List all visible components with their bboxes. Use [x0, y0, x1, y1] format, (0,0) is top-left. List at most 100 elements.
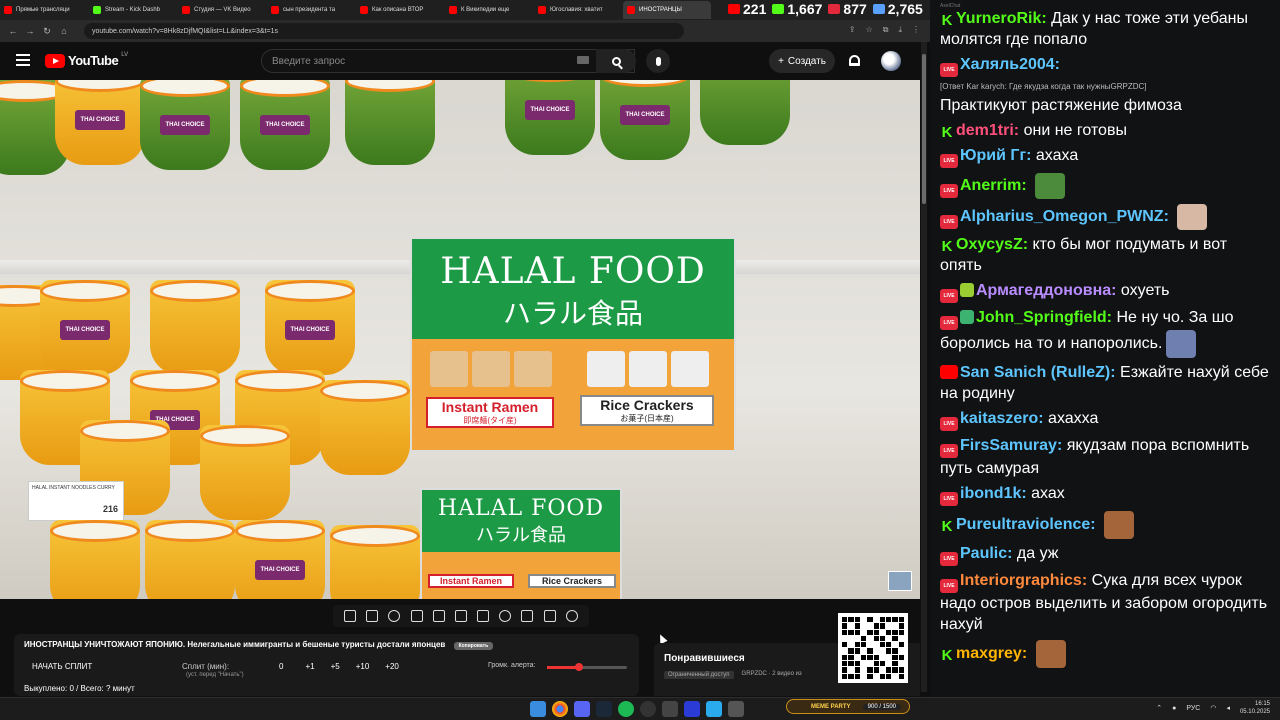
meme-party-widget[interactable]: MEME PARTY 900 / 1500 — [786, 699, 910, 714]
cracker-thumb — [587, 351, 625, 387]
language-indicator[interactable]: РУС — [1186, 705, 1200, 712]
wifi-icon[interactable]: ◠ — [1210, 704, 1216, 712]
chrome-icon[interactable] — [552, 701, 568, 717]
copy-button[interactable]: Копировать — [453, 642, 494, 650]
split-value-button[interactable]: +5 — [331, 662, 340, 671]
search-button[interactable] — [596, 49, 636, 73]
spotify-icon[interactable] — [618, 701, 634, 717]
youtube-icon — [728, 4, 740, 14]
browser-tab[interactable]: Stream - Kick Dashb — [89, 1, 177, 19]
chat-nick[interactable]: Anerrim — [960, 177, 1021, 194]
youtube-icon — [449, 6, 457, 14]
alert-volume-slider[interactable] — [547, 663, 627, 671]
chat-nick[interactable]: YurneroRik — [956, 10, 1041, 27]
audio-icon[interactable] — [388, 610, 401, 622]
keyboard-icon[interactable] — [577, 56, 589, 64]
bookmark-icon[interactable]: ☆ — [866, 25, 873, 35]
film-icon[interactable] — [432, 610, 445, 622]
chat-separator: : — [1021, 485, 1032, 502]
windows-start-icon[interactable] — [530, 701, 546, 717]
create-button[interactable]: + Создать — [769, 49, 835, 73]
browser-tab[interactable]: Как описана ВТОР — [356, 1, 444, 19]
sort-icon[interactable] — [366, 610, 379, 622]
more-icon[interactable]: ⋮ — [912, 25, 920, 35]
noodle-cup: THAI CHOICE — [235, 520, 325, 599]
browser-tab[interactable]: сын президента та — [267, 1, 355, 19]
browser-tab[interactable]: К Википедии еще — [445, 1, 533, 19]
youtube-region: LV — [121, 51, 129, 58]
chat-nick[interactable]: kaitaszero — [960, 410, 1038, 427]
chat-nick[interactable]: Paulic — [960, 545, 1007, 562]
url-field[interactable]: youtube.com/watch?v=8Hk8zDjfMQI&list=LL&… — [84, 23, 684, 39]
start-split-button[interactable]: НАЧАТЬ СПЛИТ — [32, 662, 182, 671]
limited-access-badge: Ограниченный доступ — [664, 671, 734, 679]
settings-gear-icon[interactable] — [565, 610, 578, 622]
reload-icon[interactable]: ↻ — [40, 26, 54, 37]
noodle-cup — [50, 520, 140, 599]
chat-nick[interactable]: maxgrey — [956, 645, 1022, 662]
screenshot-icon[interactable] — [543, 610, 556, 622]
add-frame-icon[interactable] — [521, 610, 534, 622]
browser-tab[interactable]: ИНОСТРАНЦЫ — [623, 1, 711, 19]
mic-icon[interactable]: ● — [1172, 705, 1176, 712]
app-icon[interactable] — [728, 701, 744, 717]
chat-nick[interactable]: Армагеддоновна — [976, 282, 1111, 299]
obs-icon[interactable] — [640, 701, 656, 717]
download-icon[interactable]: ⤓ — [898, 25, 902, 35]
loop-icon[interactable] — [344, 610, 357, 622]
clock[interactable]: 16:15 05.10.2025 — [1240, 700, 1270, 716]
chat-separator: : — [1056, 437, 1067, 454]
chat-nick[interactable]: dem1tri — [956, 122, 1014, 139]
volume-icon[interactable]: ◂ — [1226, 704, 1230, 712]
chat-nick[interactable]: Interiorgraphics — [960, 572, 1082, 589]
video-player[interactable]: THAI CHOICE THAI CHOICE THAI CHOICE THAI… — [0, 80, 920, 599]
media-player-icon[interactable] — [684, 701, 700, 717]
chat-nick[interactable]: Юрий Гг — [960, 147, 1026, 164]
chevron-up-icon[interactable]: ⌃ — [1156, 704, 1162, 712]
subtitles-icon[interactable] — [410, 610, 423, 622]
avatar[interactable] — [881, 51, 901, 71]
home-icon[interactable]: ⌂ — [57, 26, 71, 36]
filmstrip-icon[interactable] — [477, 610, 490, 622]
live-badge-icon: LIVE — [940, 289, 958, 303]
extensions-icon[interactable]: ⧉ — [883, 25, 889, 35]
split-value-button[interactable]: +10 — [356, 662, 370, 671]
chat-nick[interactable]: ibond1k — [960, 485, 1021, 502]
scrollbar-thumb[interactable] — [922, 54, 926, 204]
share-icon[interactable]: ⇪ — [849, 25, 856, 35]
create-label: Создать — [787, 55, 826, 67]
chat-separator: : — [1054, 56, 1060, 73]
notifications-icon[interactable] — [849, 55, 860, 66]
menu-icon[interactable] — [16, 54, 30, 66]
split-value-button[interactable]: +1 — [305, 662, 314, 671]
chat-nick[interactable]: Халяль2004 — [960, 56, 1055, 73]
page-scrollbar[interactable] — [921, 42, 927, 692]
kick-badge-icon — [940, 14, 954, 28]
chat-nick[interactable]: John_Springfield — [976, 309, 1107, 326]
youtube-logo[interactable]: YouTube LV — [45, 51, 129, 68]
split-value-button[interactable]: 0 — [279, 662, 283, 671]
chat-separator: : — [1163, 208, 1174, 226]
chat-nick[interactable]: San Sanich (RulleZ) — [960, 364, 1110, 381]
corner-thumbnail[interactable] — [888, 571, 912, 591]
voice-search-button[interactable] — [646, 49, 670, 73]
browser-tab-label: сын президента та — [283, 7, 336, 13]
live-badge-icon: LIVE — [940, 215, 958, 230]
back-icon[interactable]: ← — [6, 26, 20, 36]
alert-volume-knob[interactable] — [575, 663, 583, 671]
chat-nick[interactable]: OxycysZ — [956, 236, 1023, 253]
forward-icon[interactable]: → — [23, 26, 37, 36]
picture-in-picture-icon[interactable] — [454, 610, 467, 622]
browser-tab[interactable]: Студия — VK Видео — [178, 1, 266, 19]
browser-tab[interactable]: Прямые трансляци — [0, 1, 88, 19]
chat-nick[interactable]: Alpharius_Omegon_PWNZ — [960, 208, 1164, 225]
browser-tab[interactable]: Югославия: хватит — [534, 1, 622, 19]
telegram-icon[interactable] — [706, 701, 722, 717]
speed-icon[interactable] — [499, 610, 512, 622]
app-icon[interactable] — [662, 701, 678, 717]
discord-icon[interactable] — [574, 701, 590, 717]
split-value-button[interactable]: +20 — [385, 662, 399, 671]
chat-nick[interactable]: Pureultraviolence — [956, 516, 1090, 533]
steam-icon[interactable] — [596, 701, 612, 717]
chat-nick[interactable]: FirsSamuray — [960, 437, 1057, 454]
